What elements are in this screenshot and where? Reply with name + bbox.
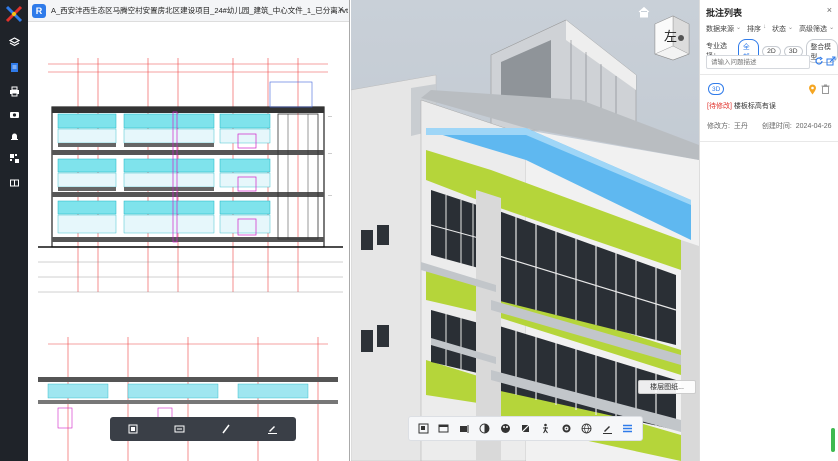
camera-icon[interactable]	[6, 106, 22, 122]
locate-pin-icon[interactable]	[808, 84, 817, 95]
panel-title: 批注列表	[706, 8, 743, 18]
sort-icon: ↓	[763, 24, 767, 30]
left-rail	[0, 0, 28, 461]
annotation-card[interactable]: 3D [待修改] 楼板标高有误 修改方: 王丹 创建时间: 2024-04-26	[700, 80, 838, 142]
annotation-type-badge: 3D	[708, 83, 725, 95]
chevron-down-icon: ⌄	[788, 25, 794, 31]
app-logo-icon	[5, 5, 23, 23]
viewcube-face-label: 左	[664, 29, 677, 44]
filter-bar: 数据来源⌄ 排序↓ 状态⌄ 高级筛选⌄ ◎	[706, 24, 836, 34]
home-icon[interactable]	[638, 6, 650, 18]
model-toolbar	[408, 416, 643, 441]
layers-icon[interactable]	[6, 34, 22, 50]
contrast-icon[interactable]	[478, 422, 492, 436]
document-icon[interactable]	[6, 59, 22, 75]
modifier-name: 王丹	[733, 123, 748, 130]
chevron-down-icon: ⌄	[829, 25, 835, 31]
share-icon[interactable]	[826, 56, 836, 66]
created-label: 创建时间:	[761, 123, 792, 130]
markup-pen-icon[interactable]	[218, 421, 234, 437]
modifier-label: 修改方:	[707, 123, 730, 130]
section-box-icon[interactable]	[437, 422, 451, 436]
file-tab[interactable]: R A_西安沣西生态区马腾空村安置房北区建设项目_24#幼儿园_建筑_中心文件_…	[28, 0, 349, 22]
close-panel-button[interactable]: ×	[827, 5, 832, 15]
svg-text:—: —	[328, 113, 332, 118]
annotation-meta: 修改方: 王丹 创建时间: 2024-04-26	[707, 121, 834, 131]
svg-text:—: —	[328, 150, 332, 155]
search-input[interactable]	[706, 55, 810, 69]
model-viewer[interactable]: 左 楼层图纸...	[351, 0, 699, 461]
filter-advanced[interactable]: 高级筛选	[799, 24, 827, 34]
drawing-toolbar	[110, 417, 296, 441]
refresh-icon[interactable]	[814, 56, 824, 66]
filter-data-source[interactable]: 数据来源	[706, 24, 734, 34]
hide-element-icon[interactable]	[518, 422, 532, 436]
color-palette-icon[interactable]	[498, 422, 512, 436]
svg-text:—: —	[328, 192, 332, 197]
globe-icon[interactable]	[580, 422, 594, 436]
bell-icon[interactable]	[6, 128, 22, 144]
walk-mode-icon[interactable]	[539, 422, 553, 436]
revit-file-icon: R	[32, 3, 46, 18]
annotation-description: 楼板标高有误	[733, 103, 776, 110]
scroll-indicator[interactable]	[831, 428, 835, 452]
view-cube[interactable]: 左	[651, 14, 693, 62]
measure-icon[interactable]	[457, 422, 471, 436]
close-drawing-button[interactable]: ×	[338, 4, 344, 16]
panel-divider	[700, 74, 838, 75]
file-name: A_西安沣西生态区马腾空村安置房北区建设项目_24#幼儿园_建筑_中心文件_1_…	[51, 6, 349, 15]
filter-sort[interactable]: 排序	[747, 24, 761, 34]
markup-icon[interactable]	[600, 422, 614, 436]
signature-icon[interactable]	[265, 421, 281, 437]
drawing-pane[interactable]: R A_西安沣西生态区马腾空村安置房北区建设项目_24#幼儿园_建筑_中心文件_…	[28, 0, 350, 461]
region-icon[interactable]	[416, 422, 430, 436]
region-capture-icon[interactable]	[125, 421, 141, 437]
annotation-status: [待修改]	[707, 103, 732, 110]
annotation-panel: 批注列表 × 数据来源⌄ 排序↓ 状态⌄ 高级筛选⌄ ◎ 专业选择： 全部 2D…	[699, 0, 838, 461]
dimension-icon[interactable]	[172, 421, 188, 437]
drawing-canvas[interactable]: — — —	[28, 22, 350, 461]
chevron-down-icon: ⌄	[736, 25, 742, 31]
gift-icon[interactable]	[6, 173, 22, 189]
settings-icon[interactable]	[559, 422, 573, 436]
filter-status[interactable]: 状态	[772, 24, 786, 34]
floor-plan-tooltip[interactable]: 楼层图纸...	[638, 380, 696, 394]
app-window: R A_西安沣西生态区马腾空村安置房北区建设项目_24#幼儿园_建筑_中心文件_…	[0, 0, 838, 461]
list-icon[interactable]	[621, 422, 635, 436]
qr-code-icon[interactable]	[6, 150, 22, 166]
delete-icon[interactable]	[821, 84, 830, 94]
annotation-summary: [待修改] 楼板标高有误	[707, 101, 776, 111]
created-date: 2024-04-26	[795, 123, 832, 130]
print-icon[interactable]	[6, 83, 22, 99]
